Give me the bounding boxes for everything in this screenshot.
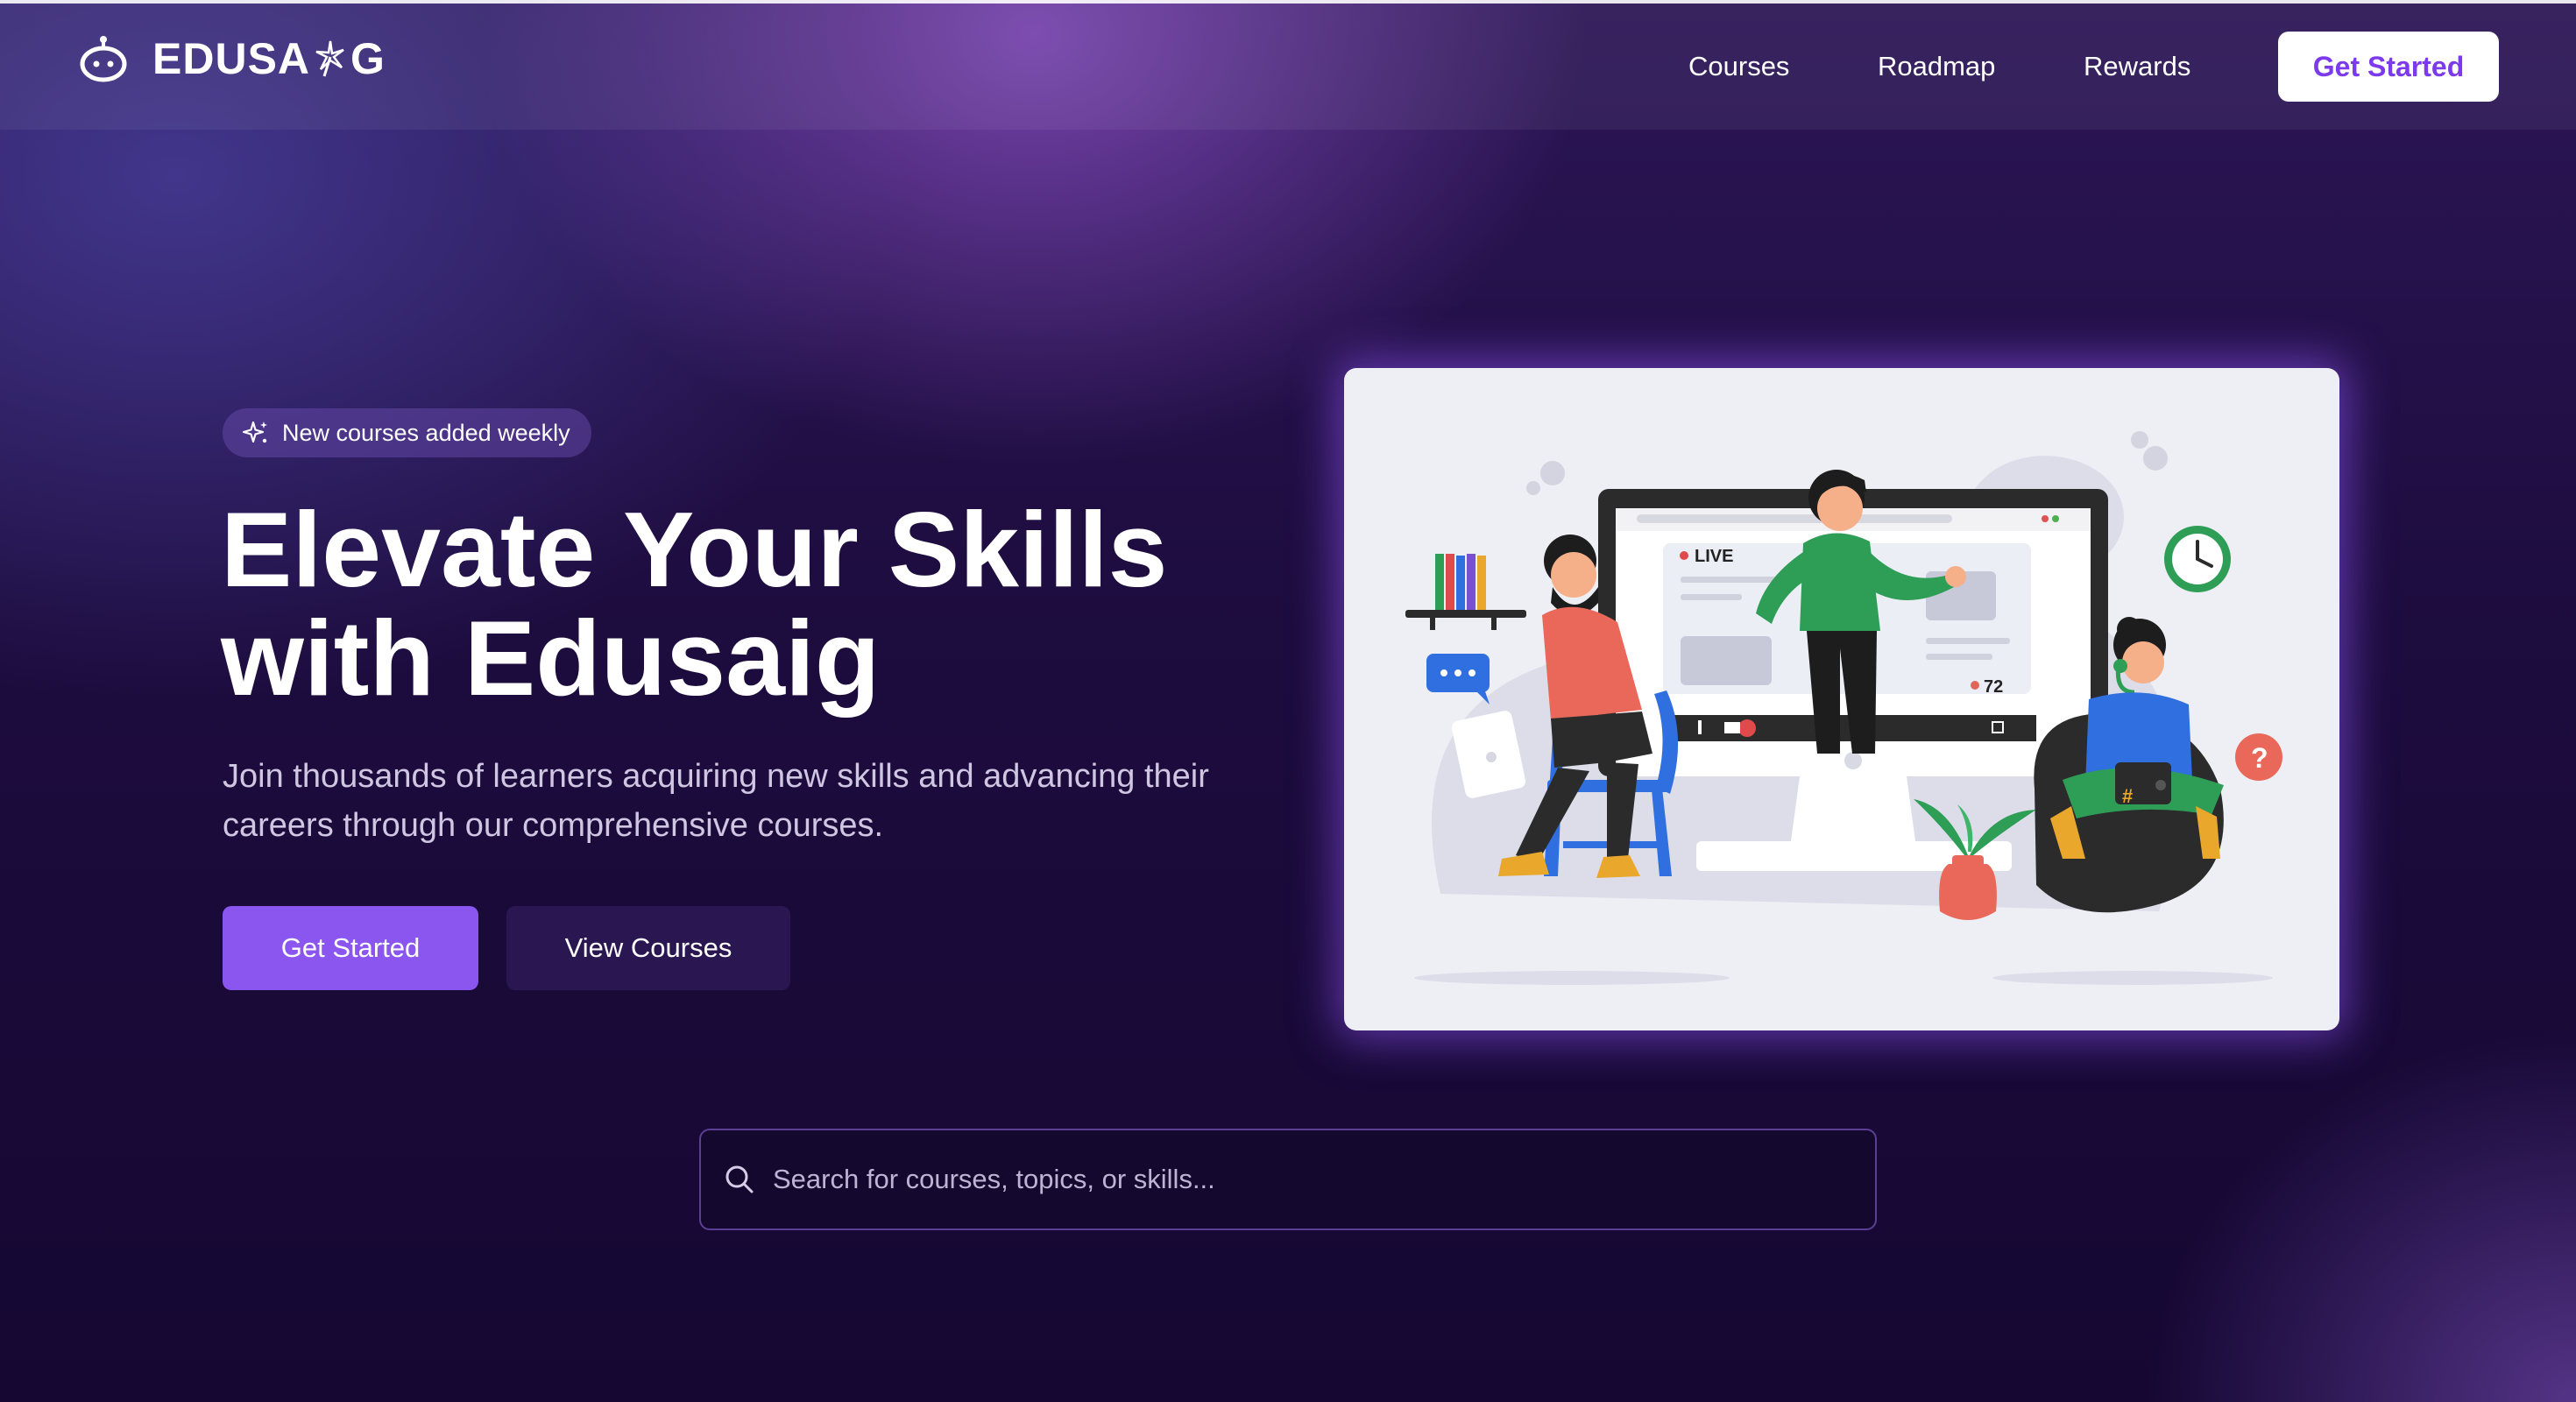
svg-text:#: # — [2122, 785, 2133, 807]
search-input[interactable] — [773, 1164, 1824, 1195]
sparkle-icon — [242, 421, 267, 443]
hero-title-line-2: with Edusaig — [221, 598, 881, 718]
hero-title: Elevate Your Skills with Edusaig — [221, 496, 1272, 712]
brand-text-start: EDUSA — [152, 34, 311, 83]
hero-title-line-1: Elevate Your Skills — [221, 490, 1168, 609]
navbar: EDUSA G Courses Roadmap Rewards Get Star… — [0, 4, 2576, 130]
nav-link-rewards[interactable]: Rewards — [2084, 51, 2190, 82]
nav-link-roadmap[interactable]: Roadmap — [1878, 51, 1995, 82]
live-label: LIVE — [1695, 547, 1733, 566]
brand-wordmark: EDUSA G — [152, 33, 386, 84]
badge-label: New courses added weekly — [282, 419, 570, 446]
brand-text-end: G — [350, 34, 386, 83]
viewer-count: 72 — [1984, 677, 2003, 697]
online-learning-illustration: LIVE 72 ? # — [1405, 431, 2282, 985]
nav-get-started-button[interactable]: Get Started — [2278, 32, 2499, 102]
svg-text:?: ? — [2251, 742, 2268, 774]
hero-get-started-button[interactable]: Get Started — [223, 906, 478, 990]
brand-logo[interactable]: EDUSA G — [79, 33, 386, 84]
wand-spark-icon — [315, 40, 344, 77]
new-courses-badge: New courses added weekly — [223, 408, 591, 457]
course-search-bar[interactable] — [699, 1129, 1877, 1230]
hero-subtitle: Join thousands of learners acquiring new… — [223, 758, 1209, 844]
hero-illustration: LIVE 72 ? # — [1344, 368, 2339, 1030]
nav-link-courses[interactable]: Courses — [1688, 51, 1789, 82]
view-courses-button[interactable]: View Courses — [506, 906, 790, 990]
search-icon — [725, 1165, 754, 1193]
robot-logo-icon — [80, 36, 127, 82]
